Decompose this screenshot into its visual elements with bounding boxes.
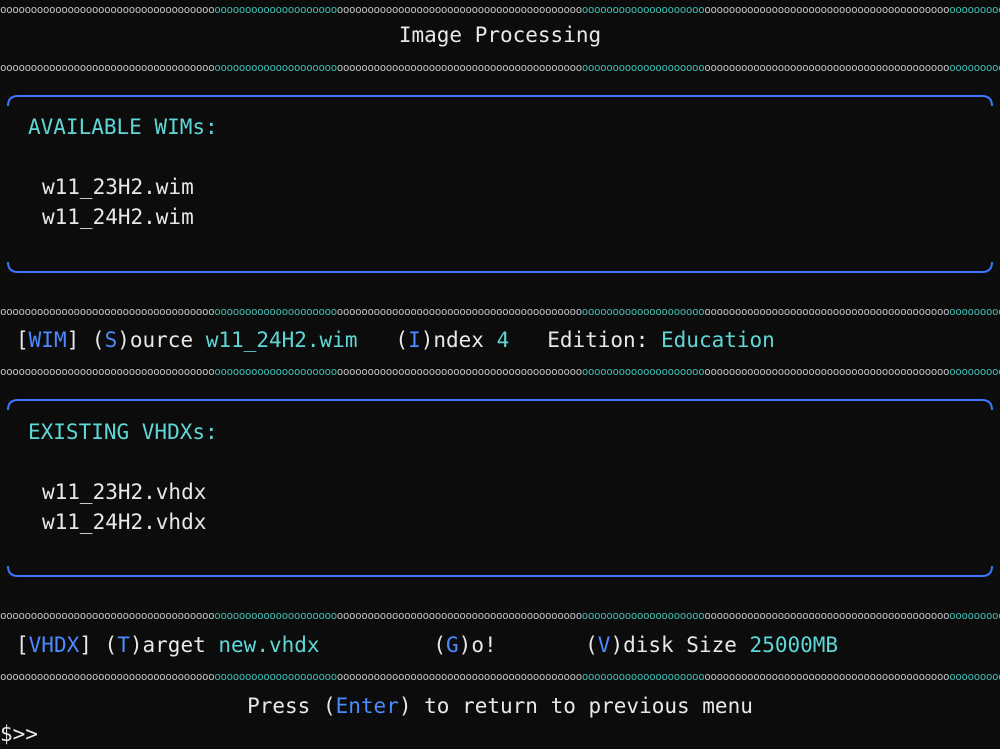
separator-below-wim-status: oooooooooooooooooooooooooooooooooooooooo…	[0, 366, 1000, 378]
wim-status-line: [WIM] (S)ource w11_24H2.wim (I)ndex 4 Ed…	[16, 325, 775, 355]
vhdx-list-heading: EXISTING VHDXs:	[28, 420, 218, 444]
go-hotkey: G	[446, 633, 459, 657]
vhdx-status-line: [VHDX] (T)arget new.vhdx (G)o! (V)disk S…	[16, 630, 838, 660]
bracket: [	[16, 633, 29, 657]
separator-above-wim-status: oooooooooooooooooooooooooooooooooooooooo…	[0, 306, 1000, 318]
separator-under-title: oooooooooooooooooooooooooooooooooooooooo…	[0, 62, 1000, 74]
vhdx-list-item[interactable]: w11_23H2.vhdx	[42, 477, 206, 507]
target-hotkey: T	[117, 633, 130, 657]
wim-list-item[interactable]: w11_24H2.wim	[42, 202, 194, 232]
prompt-text: $>>	[0, 722, 38, 746]
hint-rest: to return to previous menu	[424, 694, 753, 718]
hint-press: Press	[247, 694, 311, 718]
source-hotkey: S	[104, 328, 118, 352]
target-value: new.vhdx	[218, 633, 320, 657]
vdisk-size-value: 25000MB	[749, 633, 839, 657]
bracket: ]	[79, 633, 92, 657]
bracket: ]	[66, 328, 80, 352]
go-label: o!	[471, 633, 497, 657]
wim-list-heading: AVAILABLE WIMs:	[28, 115, 218, 139]
separator-above-vhdx-status: oooooooooooooooooooooooooooooooooooooooo…	[0, 610, 1000, 622]
return-hint: Press (Enter) to return to previous menu	[247, 694, 753, 718]
vhdx-tag: VHDX	[28, 633, 80, 657]
vhdx-list-item[interactable]: w11_24H2.vhdx	[42, 507, 206, 537]
index-hotkey: I	[408, 328, 421, 352]
separator-above-footer: oooooooooooooooooooooooooooooooooooooooo…	[0, 671, 1000, 683]
source-value: w11_24H2.wim	[205, 328, 358, 352]
vdisk-size-hotkey: V	[597, 633, 611, 657]
wim-list-item[interactable]: w11_23H2.wim	[42, 172, 194, 202]
source-option[interactable]: (S)ource	[92, 328, 193, 352]
bracket: [	[16, 328, 29, 352]
index-value: 4	[496, 328, 510, 352]
separator-top: oooooooooooooooooooooooooooooooooooooooo…	[0, 4, 1000, 16]
index-option[interactable]: (I)ndex	[395, 328, 484, 352]
target-option[interactable]: (T)arget	[105, 633, 206, 657]
enter-key-hint[interactable]: Enter	[336, 694, 399, 718]
edition-label: Edition:	[547, 328, 649, 352]
wim-tag: WIM	[28, 328, 67, 352]
target-label: arget	[142, 633, 206, 657]
edition-value: Education	[661, 328, 775, 352]
command-prompt[interactable]: $>>	[0, 719, 38, 749]
index-label: ndex	[433, 328, 484, 352]
vdisk-size-option[interactable]: (V)disk Size	[585, 633, 737, 657]
source-label: ource	[129, 328, 194, 352]
vdisk-size-label: disk Size	[623, 633, 737, 657]
go-option[interactable]: (G)o!	[433, 633, 496, 657]
page-title: Image Processing	[398, 23, 602, 47]
